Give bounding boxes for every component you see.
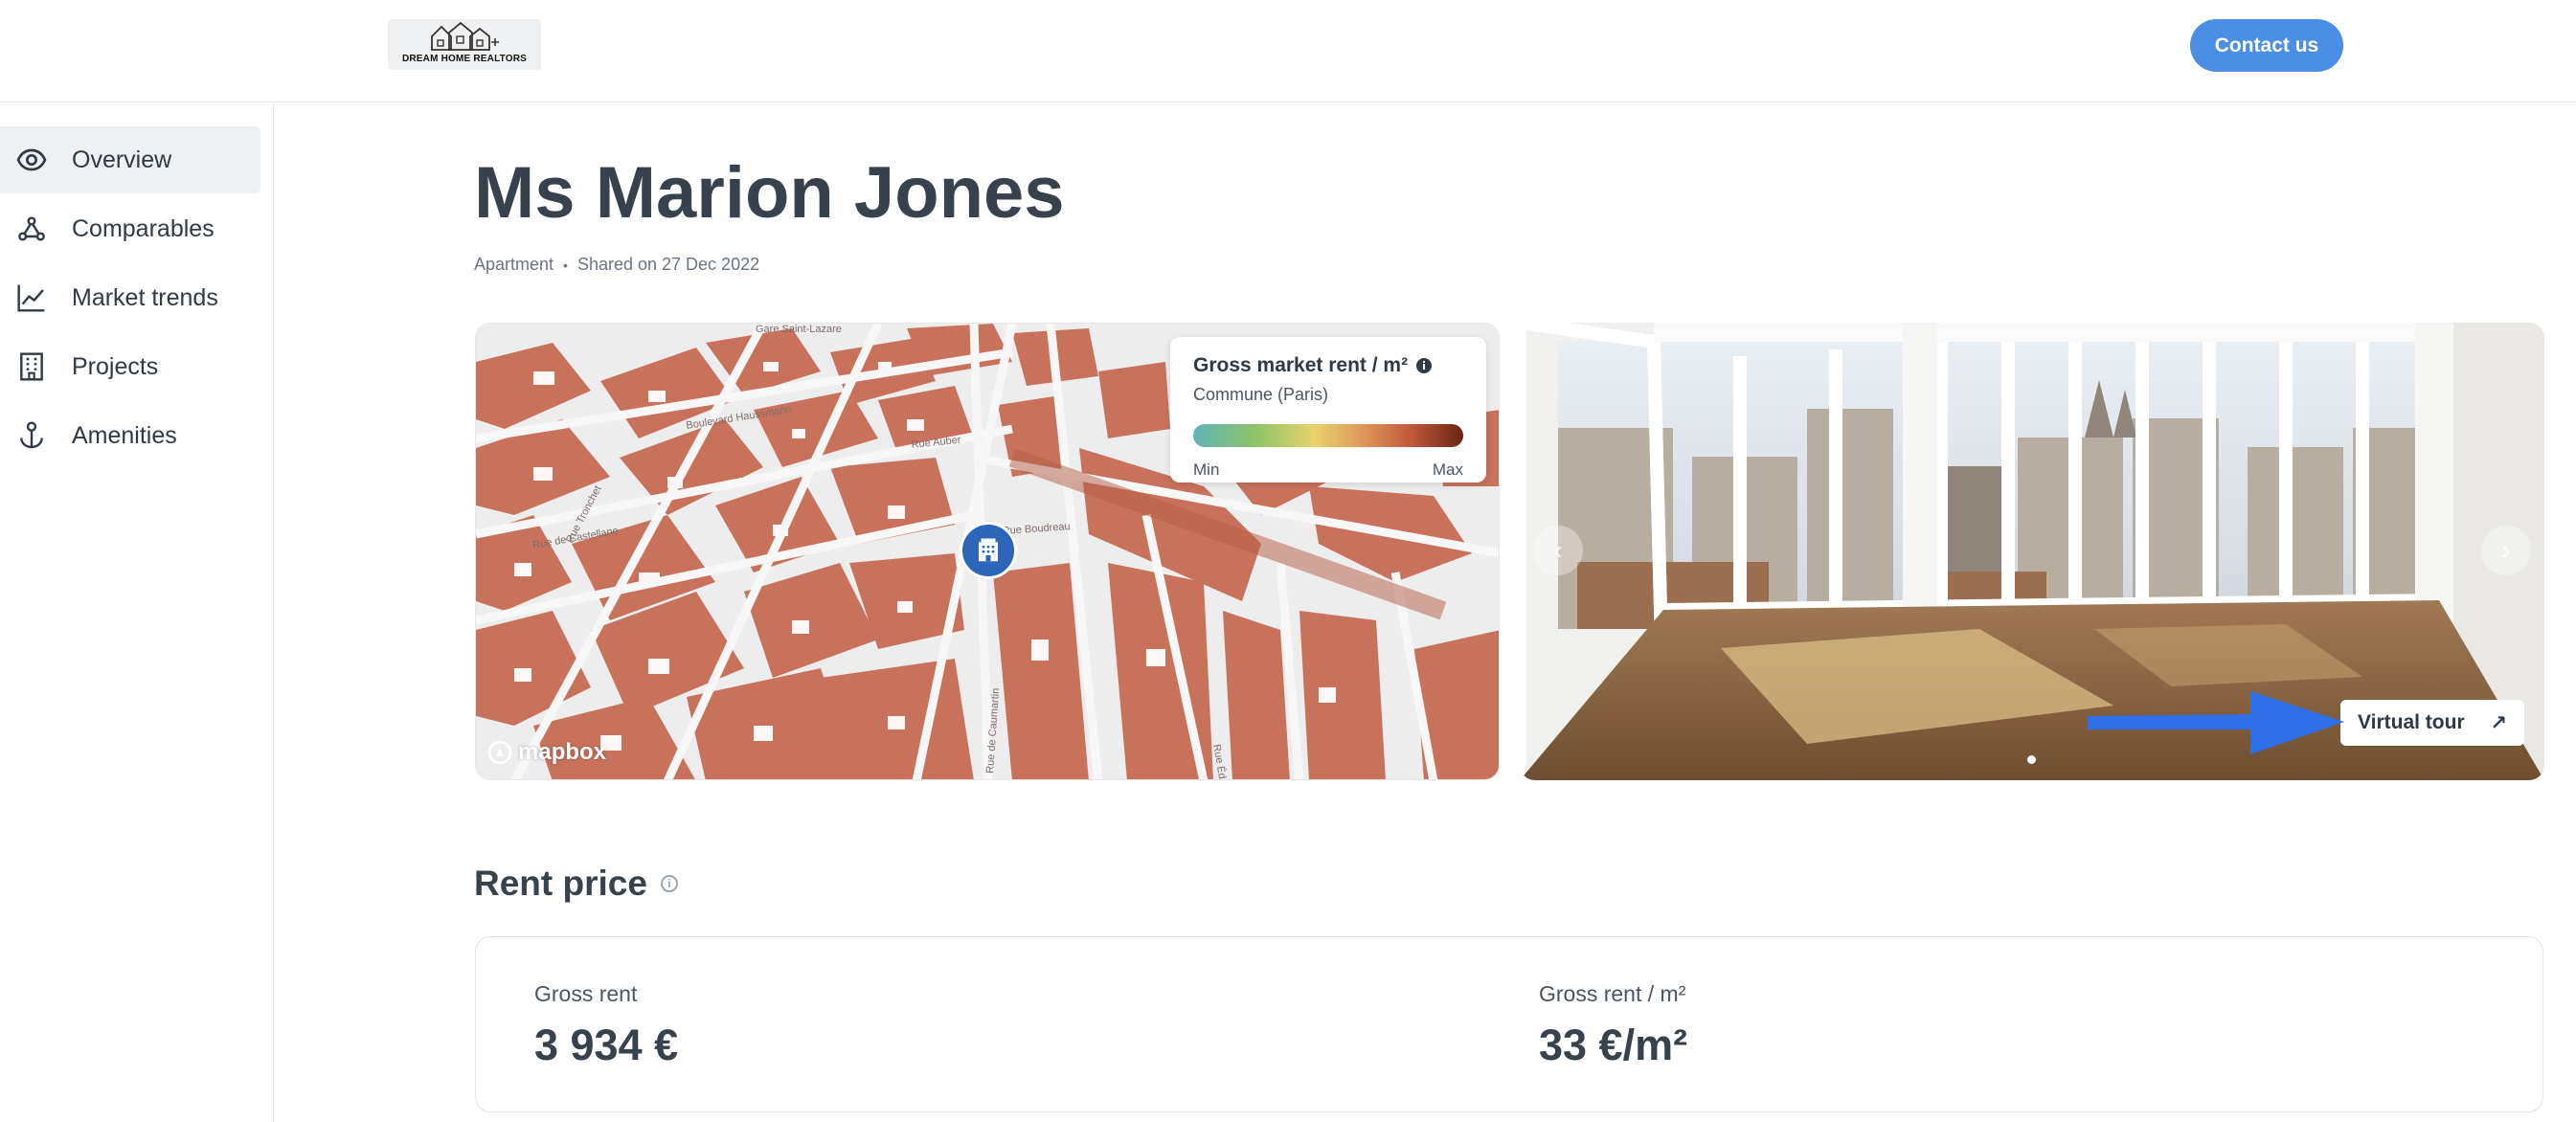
logo-text: DREAM HOME REALTORS (401, 54, 528, 64)
sidebar-item-overview[interactable]: Overview (0, 126, 260, 193)
legend-title-text: Gross market rent / m² (1193, 354, 1409, 376)
sidebar-item-amenities[interactable]: Amenities (0, 402, 260, 469)
gross-rent-m2-label: Gross rent / m² (1539, 981, 1686, 1006)
section-title-rent-price: Rent price i (474, 864, 678, 904)
mapbox-attribution[interactable]: mapbox (487, 739, 606, 766)
contact-us-button[interactable]: Contact us (2190, 19, 2343, 72)
sidebar-item-label: Market trends (72, 283, 218, 311)
anchor-icon (15, 419, 48, 452)
sidebar-item-comparables[interactable]: Comparables (0, 195, 260, 262)
carousel-next-button[interactable]: › (2481, 526, 2531, 575)
gross-rent-m2-block: Gross rent / m² 33 €/m² (1539, 981, 1687, 1070)
house-logo-icon (431, 21, 499, 51)
property-type: Apartment (474, 255, 554, 274)
mapbox-label: mapbox (518, 739, 607, 765)
property-photo-carousel[interactable]: ‹ › Virtual tour ↗ (1520, 323, 2544, 780)
building-icon (979, 538, 998, 562)
sidebar-item-market-trends[interactable]: Market trends (0, 264, 260, 331)
sidebar-item-label: Amenities (72, 421, 177, 449)
page-title: Ms Marion Jones (474, 152, 1065, 234)
separator-dot: • (563, 257, 568, 273)
legend-subtitle: Commune (Paris) (1193, 385, 1329, 404)
map-legend: Gross market rent / m² Commune (Paris) M… (1170, 337, 1486, 482)
sidebar: Overview Comparables Market trends Proje… (0, 102, 274, 1122)
legend-scale: Min Max (1193, 460, 1463, 480)
chevron-left-icon: ‹ (1553, 535, 1563, 565)
page-subtitle: Apartment • Shared on 27 Dec 2022 (474, 255, 759, 275)
building-icon (15, 350, 48, 383)
sidebar-item-projects[interactable]: Projects (0, 333, 260, 400)
legend-gradient-bar (1193, 424, 1463, 447)
virtual-tour-label: Virtual tour (2358, 711, 2465, 733)
line-chart-icon (15, 281, 48, 314)
sidebar-item-label: Projects (72, 352, 159, 380)
legend-title: Gross market rent / m² (1193, 354, 1463, 377)
virtual-tour-button[interactable]: Virtual tour ↗ (2340, 700, 2524, 746)
company-logo[interactable]: DREAM HOME REALTORS (388, 19, 541, 70)
shared-date: Shared on 27 Dec 2022 (576, 255, 760, 274)
info-icon[interactable] (1415, 357, 1433, 374)
sidebar-item-label: Overview (72, 146, 172, 173)
eye-icon (15, 144, 48, 176)
gross-rent-m2-value: 33 €/m² (1539, 1021, 1688, 1069)
street-label: Gare Saint-Lazare (756, 324, 842, 335)
rent-price-card: Gross rent 3 934 € Gross rent / m² 33 €/… (475, 936, 2543, 1112)
carousel-prev-button[interactable]: ‹ (1533, 526, 1583, 575)
map-view[interactable]: Gare Saint-Lazare Rue Tronchet Rue de Ca… (475, 323, 1500, 780)
legend-min: Min (1193, 460, 1220, 479)
external-link-icon: ↗ (2490, 711, 2507, 734)
mapbox-logo-icon (487, 740, 512, 765)
sidebar-item-label: Comparables (72, 214, 215, 242)
carousel-indicator-dot[interactable] (2027, 755, 2036, 764)
top-bar: DREAM HOME REALTORS Contact us (0, 0, 2576, 102)
gross-rent-value: 3 934 € (534, 1021, 679, 1069)
rent-price-title: Rent price (474, 864, 647, 903)
gross-rent-block: Gross rent 3 934 € (534, 981, 678, 1070)
property-location-pin[interactable] (960, 522, 1017, 579)
pointer-arrow-icon (2088, 691, 2344, 754)
network-icon (15, 213, 48, 245)
info-icon[interactable]: i (660, 875, 678, 892)
legend-max: Max (1432, 460, 1463, 479)
gross-rent-label: Gross rent (534, 981, 638, 1006)
chevron-right-icon: › (2501, 535, 2511, 565)
